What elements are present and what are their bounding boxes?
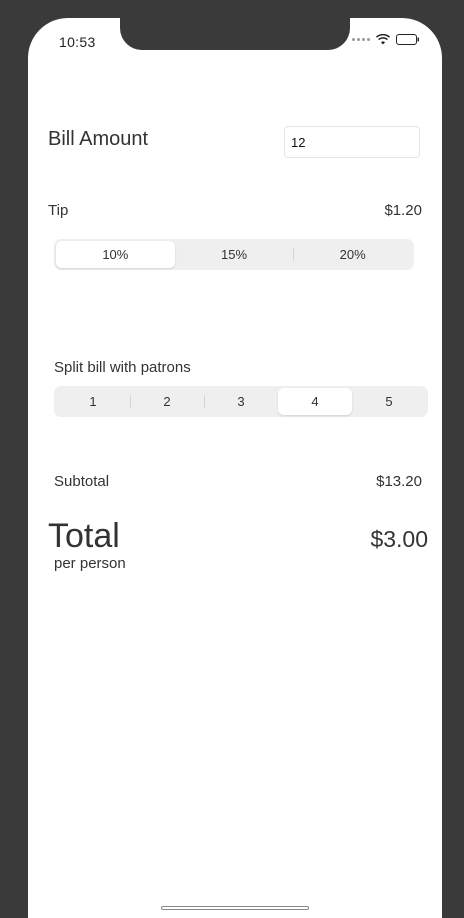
tip-amount: $1.20 <box>384 202 422 219</box>
total-per-person-value: $3.00 <box>370 526 428 552</box>
split-option-4[interactable]: 4 <box>278 388 352 415</box>
signal-dots-icon <box>352 38 370 41</box>
subtotal-value: $13.20 <box>376 473 422 490</box>
split-option-5[interactable]: 5 <box>352 388 426 415</box>
status-icons <box>352 34 420 45</box>
battery-icon <box>396 34 420 45</box>
device-notch <box>120 18 350 50</box>
status-time: 10:53 <box>59 34 96 50</box>
bill-amount-input[interactable] <box>284 126 420 158</box>
bill-amount-label: Bill Amount <box>48 128 149 150</box>
tip-option-15[interactable]: 15% <box>175 241 294 268</box>
subtotal-label: Subtotal <box>54 473 110 490</box>
total-label: Total <box>48 517 120 555</box>
tip-label: Tip <box>48 202 69 219</box>
split-bill-label: Split bill with patrons <box>54 359 191 376</box>
device-frame: 10:53 Bill Amount Tip $1.20 <box>0 0 464 918</box>
tip-option-10[interactable]: 10% <box>56 241 175 268</box>
wifi-icon <box>376 34 390 45</box>
home-indicator[interactable] <box>161 906 309 910</box>
app-screen: 10:53 Bill Amount Tip $1.20 <box>28 18 442 918</box>
tip-percentage-control: 10% 15% 20% <box>54 239 414 270</box>
per-person-label: per person <box>54 555 126 572</box>
split-option-1[interactable]: 1 <box>56 388 130 415</box>
split-patrons-control: 1 2 3 4 5 <box>54 386 428 417</box>
tip-option-20[interactable]: 20% <box>293 241 412 268</box>
split-option-3[interactable]: 3 <box>204 388 278 415</box>
split-option-2[interactable]: 2 <box>130 388 204 415</box>
